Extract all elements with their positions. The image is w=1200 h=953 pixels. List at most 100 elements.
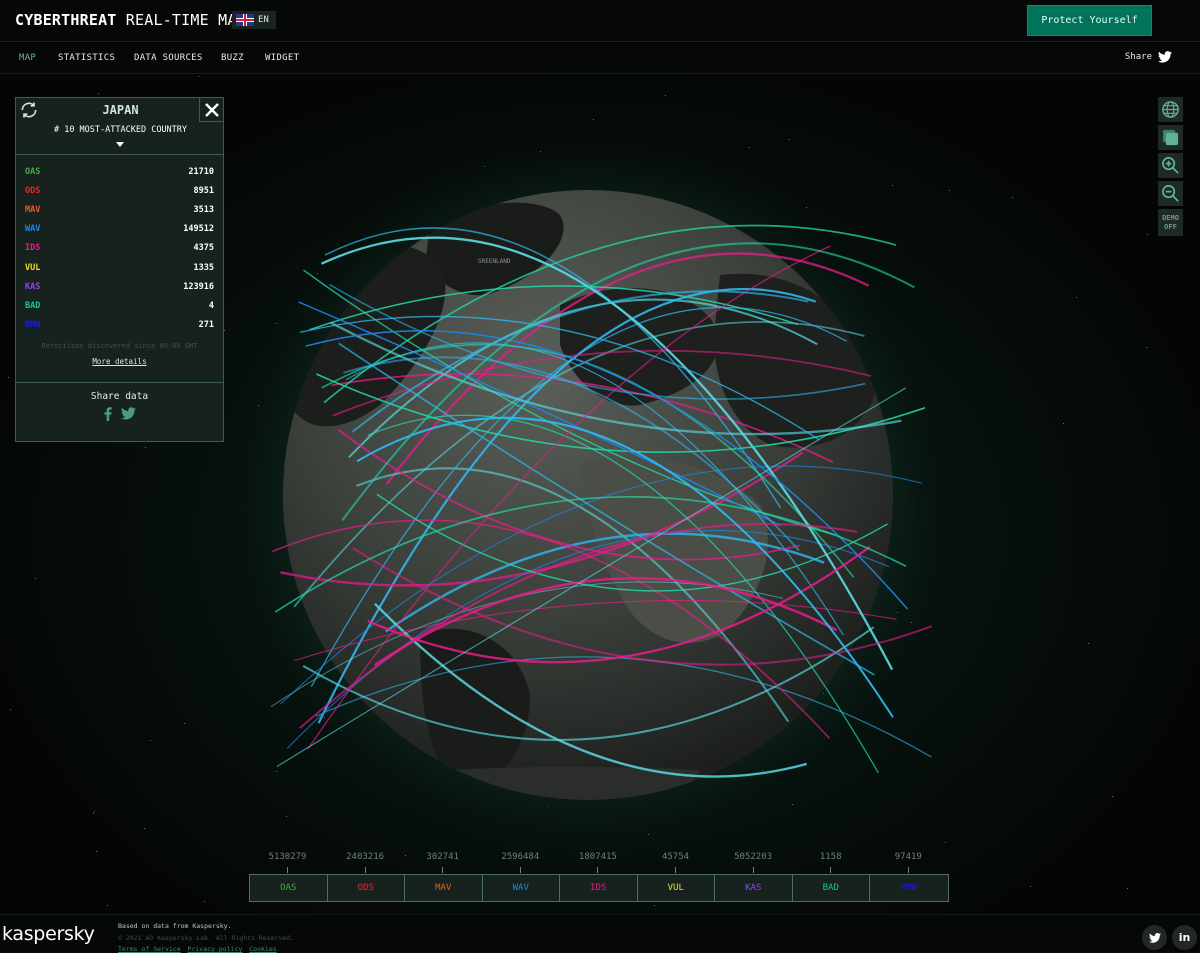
- language-selector[interactable]: EN: [232, 11, 276, 29]
- cookies-link[interactable]: Cookies: [249, 945, 276, 953]
- stat-value: 1335: [193, 262, 214, 273]
- more-details-link[interactable]: More details: [16, 357, 223, 366]
- legend-count-ods: 2403216: [346, 852, 385, 862]
- stat-value: 149512: [183, 224, 214, 235]
- demo-state: OFF: [1164, 222, 1177, 231]
- privacy-link[interactable]: Privacy policy: [188, 945, 243, 953]
- country-rank: # 10 MOST-ATTACKED COUNTRY: [53, 125, 188, 135]
- stat-row-ids: IDS 4375: [16, 239, 223, 258]
- legend-toggle-ids[interactable]: IDS: [560, 875, 638, 901]
- facebook-icon[interactable]: [103, 407, 113, 421]
- stat-row-ods: ODS 8951: [16, 181, 223, 200]
- close-button[interactable]: [199, 98, 223, 122]
- legend-count-ids: 1807415: [578, 852, 617, 862]
- stat-row-bad: BAD 4: [16, 296, 223, 315]
- kaspersky-logo[interactable]: kaspersky: [2, 923, 95, 945]
- language-code: EN: [258, 15, 269, 25]
- legend-toggle-ods[interactable]: ODS: [328, 875, 405, 901]
- legend-tick: [830, 867, 832, 873]
- stat-row-rmw: RMW 271: [16, 316, 223, 335]
- based-on-text: Based on data from Kaspersky.: [118, 922, 232, 930]
- nav-item-data-sources[interactable]: DATA SOURCES: [134, 53, 203, 63]
- stat-code: IDS: [25, 243, 41, 254]
- globe-icon: [1162, 101, 1179, 118]
- country-name: JAPAN: [102, 103, 139, 117]
- legend-count-rmw: 97419: [894, 852, 922, 862]
- globe-view-button[interactable]: [1158, 97, 1183, 122]
- stat-code: BAD: [25, 300, 41, 311]
- legend-toggle-rmw[interactable]: RMW: [870, 875, 948, 901]
- app-title-rest: REAL-TIME MAP: [116, 11, 246, 29]
- stat-value: 4: [208, 300, 214, 311]
- stat-row-mav: MAV 3513: [16, 200, 223, 219]
- stat-code: ODS: [25, 185, 41, 196]
- zoom-out-icon: [1162, 185, 1179, 202]
- stat-value: 21710: [188, 166, 214, 177]
- stat-row-oas: OAS 21710: [16, 162, 223, 181]
- nav-item-buzz[interactable]: BUZZ: [221, 53, 244, 63]
- zoom-in-icon: [1162, 157, 1179, 174]
- legend-tick: [907, 867, 909, 873]
- stat-row-wav: WAV 149512: [16, 220, 223, 239]
- share-twitter-button[interactable]: Share: [1125, 51, 1172, 63]
- legend-tick: [752, 867, 754, 873]
- legend-toggle-vul[interactable]: VUL: [638, 875, 715, 901]
- stat-value: 123916: [183, 281, 214, 292]
- footer: kaspersky Based on data from Kaspersky. …: [0, 914, 1200, 953]
- close-icon: [204, 102, 219, 117]
- legend-counts: 5130279 2403216 302741 2596484 1807415 45754 5…: [249, 852, 947, 874]
- stat-value: 4375: [193, 243, 214, 254]
- stat-value: 8951: [193, 185, 214, 196]
- globe-label-greenland: GREENLAND: [478, 258, 511, 265]
- flat-map-button[interactable]: [1158, 125, 1183, 150]
- legend-toggle-kas[interactable]: KAS: [715, 875, 793, 901]
- app-title: CYBERTHREAT REAL-TIME MAP: [15, 11, 246, 29]
- legend-tick: [364, 867, 366, 873]
- linkedin-icon: in: [1178, 931, 1191, 944]
- stat-code: WAV: [25, 224, 41, 235]
- legend-toggle-wav[interactable]: WAV: [483, 875, 560, 901]
- linkedin-social-button[interactable]: in: [1172, 925, 1197, 950]
- nav-item-statistics[interactable]: STATISTICS: [58, 53, 115, 63]
- top-bar: CYBERTHREAT REAL-TIME MAP EN Protect You…: [0, 0, 1200, 42]
- detections-since-note: Detections discovered since 00:00 GMT: [41, 341, 198, 350]
- legend-toggle-mav[interactable]: MAV: [405, 875, 483, 901]
- legend-count-vul: 45754: [661, 852, 690, 862]
- legend-count-kas: 5052203: [734, 852, 773, 862]
- legend-tick: [287, 867, 288, 873]
- twitter-icon: [1148, 932, 1161, 943]
- share-data-block: Share data: [16, 382, 223, 442]
- terms-link[interactable]: Terms of Service: [118, 945, 181, 953]
- main-nav: MAP STATISTICS DATA SOURCES BUZZ WIDGET …: [0, 43, 1200, 74]
- chevron-down-icon[interactable]: [116, 142, 124, 147]
- legend-count-wav: 2596484: [501, 852, 540, 862]
- stat-code: MAV: [25, 204, 41, 215]
- legend-toggle-oas[interactable]: OAS: [250, 875, 328, 901]
- copyright-text: © 2021 AO Kaspersky Lab. All Rights Rese…: [118, 934, 295, 942]
- stat-code: VUL: [25, 262, 41, 273]
- uk-flag-icon: [236, 14, 254, 26]
- stat-code: OAS: [25, 166, 41, 177]
- stat-row-kas: KAS 123916: [16, 277, 223, 296]
- nav-item-map[interactable]: MAP: [19, 53, 36, 63]
- stat-value: 3513: [193, 204, 214, 215]
- nav-item-widget[interactable]: WIDGET: [265, 53, 299, 63]
- twitter-icon[interactable]: [121, 407, 136, 420]
- stat-value: 271: [198, 320, 214, 331]
- legend-count-bad: 1158: [819, 852, 842, 862]
- twitter-social-button[interactable]: [1142, 925, 1167, 950]
- demo-toggle[interactable]: DEMO OFF: [1158, 209, 1183, 236]
- layers-icon: [1162, 129, 1179, 146]
- legend-tick: [519, 867, 521, 873]
- country-panel-header: JAPAN # 10 MOST-ATTACKED COUNTRY: [16, 98, 223, 155]
- zoom-in-button[interactable]: [1158, 153, 1183, 178]
- legend-tick: [597, 867, 599, 873]
- legend-boxes: OAS ODS MAV WAV IDS VUL KAS BAD RMW: [249, 874, 949, 902]
- footer-links: Terms of Service Privacy policy Cookies: [118, 945, 280, 953]
- legend-toggle-bad[interactable]: BAD: [793, 875, 870, 901]
- stat-code: RMW: [25, 320, 41, 331]
- stat-row-vul: VUL 1335: [16, 258, 223, 277]
- protect-yourself-button[interactable]: Protect Yourself: [1027, 5, 1152, 36]
- legend-count-oas: 5130279: [268, 852, 307, 862]
- zoom-out-button[interactable]: [1158, 181, 1183, 206]
